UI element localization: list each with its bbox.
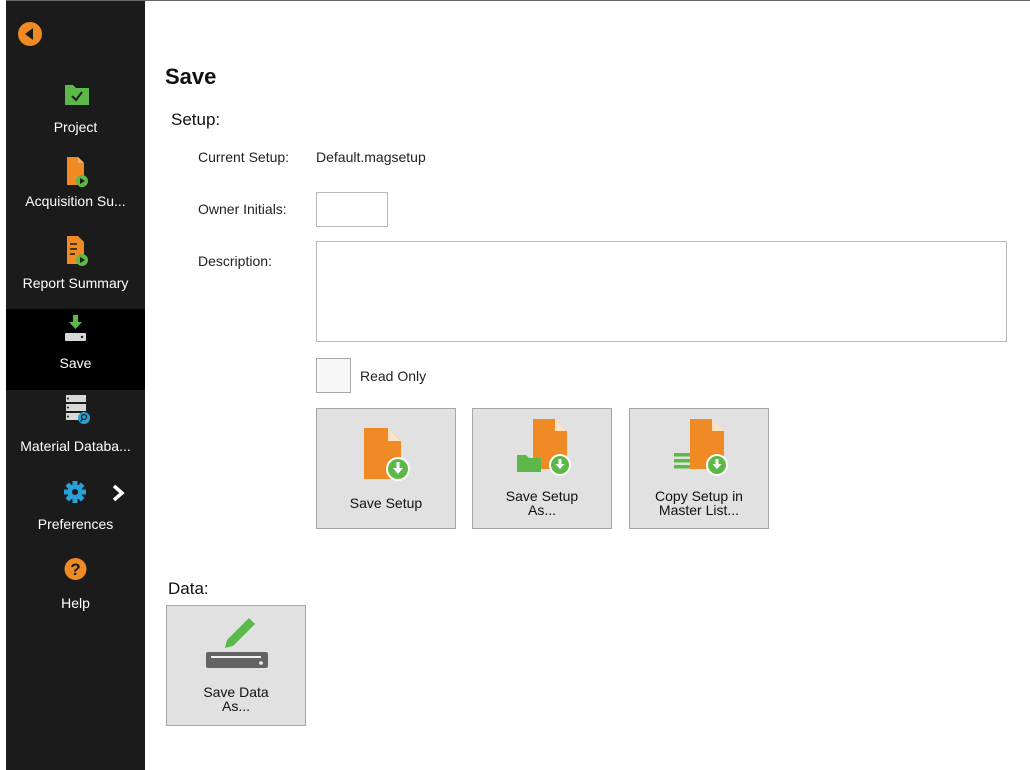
document-download-icon — [364, 428, 410, 481]
pencil-drive-icon — [206, 618, 268, 668]
document-folder-download-icon — [517, 419, 571, 476]
copy-setup-line2: Master List... — [658, 502, 740, 518]
sidebar-item-label: Material Databa... — [20, 438, 131, 454]
sidebar-item-label: Acquisition Su... — [25, 193, 126, 209]
current-setup-label: Current Setup: — [198, 149, 290, 165]
sidebar-item-label: Save — [59, 355, 92, 371]
back-arrow-icon — [25, 28, 33, 40]
chevron-right-icon — [112, 484, 125, 502]
report-play-icon — [67, 236, 88, 266]
save-data-as-button[interactable]: Save Data As... — [166, 605, 306, 726]
svg-text:?: ? — [70, 560, 80, 579]
document-list-download-icon — [674, 419, 728, 476]
save-setup-button[interactable]: Save Setup — [316, 408, 456, 529]
sidebar-item-preferences[interactable]: Preferences — [6, 470, 145, 550]
description-label: Description: — [198, 253, 272, 269]
setup-heading: Setup: — [171, 110, 221, 129]
owner-initials-label: Owner Initials: — [198, 201, 287, 217]
sidebar-item-label: Report Summary — [22, 275, 129, 291]
sidebar-item-save[interactable]: Save — [6, 309, 145, 390]
document-play-icon — [67, 157, 88, 187]
sidebar-item-label: Preferences — [37, 516, 114, 532]
question-icon: ? — [64, 558, 87, 580]
sidebar-item-label: Help — [61, 595, 90, 611]
sidebar-item-help[interactable]: ? Help — [6, 549, 145, 629]
folder-check-icon — [65, 85, 89, 105]
sidebar: Project Acquisition Su... Report Summary — [6, 1, 145, 770]
copy-setup-master-list-button[interactable]: Copy Setup in Master List... — [629, 408, 769, 529]
read-only-label: Read Only — [360, 368, 427, 384]
save-setup-label: Save Setup — [349, 495, 423, 511]
sidebar-item-label: Project — [53, 119, 98, 135]
save-setup-as-button[interactable]: Save Setup As... — [472, 408, 612, 529]
sidebar-item-project[interactable]: Project — [6, 73, 145, 153]
save-data-as-line2: As... — [221, 698, 250, 714]
data-heading: Data: — [168, 579, 209, 598]
database-search-icon — [66, 395, 90, 424]
owner-initials-input[interactable] — [316, 192, 388, 227]
page-title: Save — [165, 64, 217, 89]
download-drive-icon — [65, 315, 86, 341]
sidebar-item-report-summary[interactable]: Report Summary — [6, 230, 145, 310]
save-data-as-line1: Save Data — [203, 684, 269, 700]
copy-setup-line1: Copy Setup in — [655, 488, 743, 504]
save-setup-as-line2: As... — [527, 502, 556, 518]
save-setup-as-line1: Save Setup — [505, 488, 579, 504]
top-border — [0, 0, 1030, 1]
back-button[interactable] — [18, 22, 42, 46]
current-setup-value: Default.magsetup — [316, 149, 426, 165]
description-textarea[interactable] — [316, 241, 1007, 342]
sidebar-item-acquisition[interactable]: Acquisition Su... — [6, 151, 145, 231]
sidebar-item-material-database[interactable]: Material Databa... — [6, 390, 145, 470]
read-only-checkbox[interactable] — [316, 358, 351, 393]
